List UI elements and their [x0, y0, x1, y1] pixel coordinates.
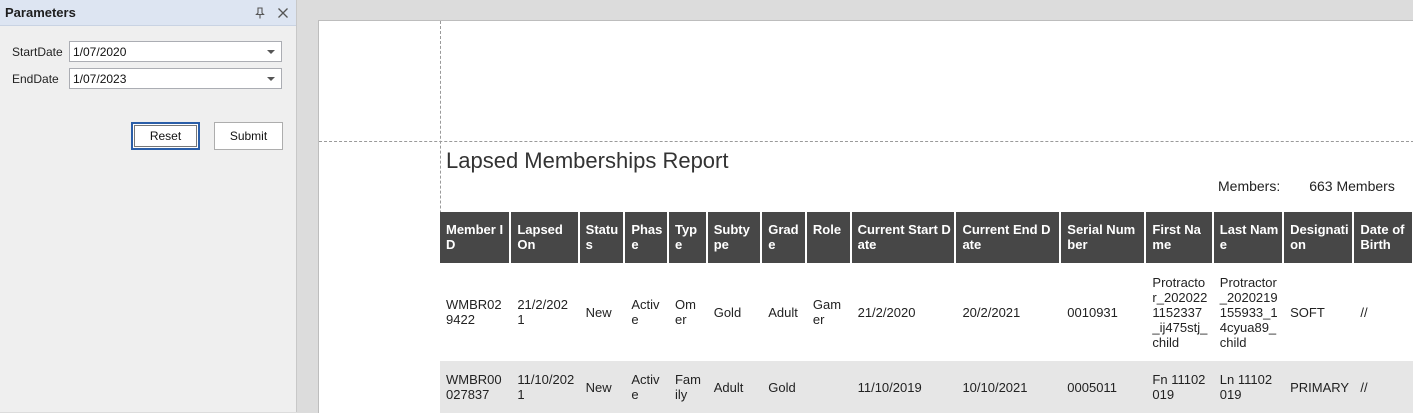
table-cell	[805, 361, 851, 413]
report-title: Lapsed Memberships Report	[446, 148, 729, 173]
column-header: Subtype	[706, 212, 763, 263]
column-header: Serial Number	[1060, 212, 1147, 263]
panel-header: Parameters	[0, 0, 296, 26]
end-date-field[interactable]	[69, 68, 282, 89]
table-cell: Protractor_2020221152337_ij475stj_child	[1145, 263, 1213, 361]
column-header: Status	[578, 212, 626, 263]
parameters-panel: Parameters StartDate EndDate Reset Submi…	[0, 0, 297, 412]
table-cell: Gold	[706, 263, 762, 361]
table-cell: Gold	[761, 361, 806, 413]
table-cell: WMBR029422	[440, 263, 511, 361]
table-row: WMBR00027837 11/10/2021 New Active Famil…	[440, 361, 1413, 413]
table-cell: 0005011	[1060, 361, 1146, 413]
table-cell: Omer	[667, 263, 707, 361]
start-date-label: StartDate	[12, 44, 63, 59]
end-date-input[interactable]	[70, 71, 258, 86]
table-cell: Ln 11102019	[1212, 361, 1284, 413]
table-cell: New	[578, 361, 625, 413]
chevron-down-icon[interactable]	[267, 77, 275, 81]
table-cell: Gamer	[805, 263, 851, 361]
table-cell: Adult	[706, 361, 762, 413]
submit-button[interactable]: Submit	[214, 122, 283, 150]
report-page: Lapsed Memberships Report Members: 663 Me…	[318, 20, 1413, 413]
close-icon[interactable]	[273, 3, 293, 23]
table-row: WMBR029422 21/2/2021 New Active Omer Gol…	[440, 263, 1413, 361]
members-summary: Members: 663 Members	[1218, 178, 1395, 194]
start-date-row: StartDate	[12, 41, 282, 62]
column-header: Type	[667, 212, 708, 263]
end-date-label: EndDate	[12, 71, 59, 86]
column-header: Phase	[624, 212, 669, 263]
table-cell: New	[578, 263, 625, 361]
column-header: Designation	[1283, 212, 1355, 263]
pin-icon[interactable]	[250, 3, 270, 23]
panel-title: Parameters	[5, 5, 76, 20]
table-cell: Protractor_2020219155933_14cyua89_child	[1212, 263, 1284, 361]
column-header: Current Start Date	[850, 212, 957, 263]
table-header-row: Member ID Lapsed On Status Phase Type Su…	[440, 212, 1413, 263]
table-cell: 11/10/2019	[850, 361, 956, 413]
report-viewer: Lapsed Memberships Report Members: 663 Me…	[298, 0, 1413, 413]
column-header: Role	[805, 212, 852, 263]
table-cell: Active	[624, 263, 668, 361]
margin-guide-horizontal	[319, 141, 1413, 142]
column-header: Current End Date	[955, 212, 1062, 263]
chevron-down-icon[interactable]	[267, 50, 275, 54]
table-cell: PRIMARY	[1283, 361, 1354, 413]
table-cell: Adult	[761, 263, 806, 361]
report-table: Member ID Lapsed On Status Phase Type Su…	[440, 212, 1413, 413]
table-cell: 20/2/2021	[955, 263, 1061, 361]
table-cell: 10/10/2021	[955, 361, 1061, 413]
column-header: First Name	[1145, 212, 1214, 263]
column-header: Last Name	[1212, 212, 1285, 263]
reset-button[interactable]: Reset	[131, 122, 200, 150]
table-cell: SOFT	[1283, 263, 1354, 361]
column-header: Member ID	[440, 212, 512, 263]
table-cell: //	[1353, 361, 1413, 413]
start-date-field[interactable]	[69, 41, 282, 62]
table-cell: 11/10/2021	[510, 361, 579, 413]
column-header: Date of Birth	[1353, 212, 1413, 263]
table-cell: 21/2/2021	[510, 263, 579, 361]
members-count: 663 Members	[1309, 178, 1395, 194]
column-header: Grade	[761, 212, 807, 263]
column-header: Lapsed On	[510, 212, 580, 263]
table-cell: 0010931	[1060, 263, 1146, 361]
table-cell: Active	[624, 361, 668, 413]
end-date-row: EndDate	[12, 68, 282, 89]
table-cell: 21/2/2020	[850, 263, 956, 361]
start-date-input[interactable]	[70, 44, 258, 59]
table-cell: Family	[667, 361, 707, 413]
table-cell: WMBR00027837	[440, 361, 511, 413]
table-cell: //	[1353, 263, 1413, 361]
table-cell: Fn 11102019	[1145, 361, 1213, 413]
members-label: Members:	[1218, 178, 1281, 194]
